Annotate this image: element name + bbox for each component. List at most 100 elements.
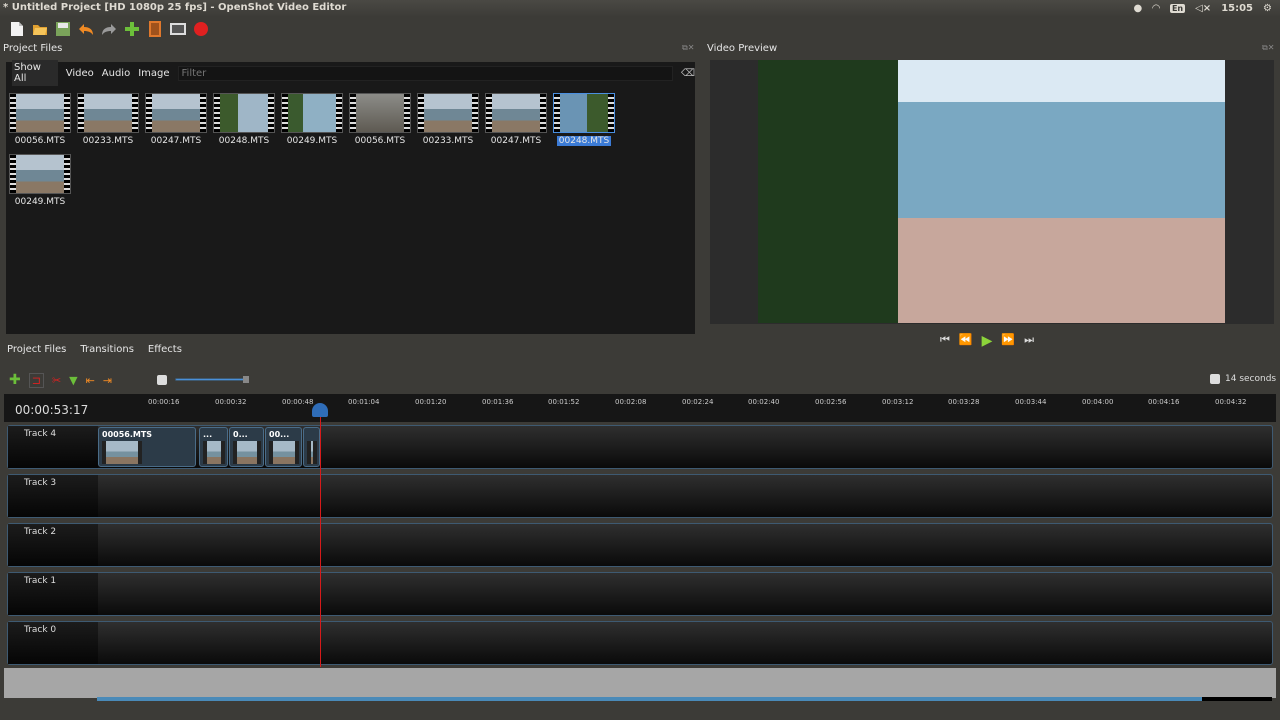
filter-image[interactable]: Image [138,68,169,79]
file-thumbnail[interactable]: 00233.MTS [416,93,480,151]
ruler-tick: 00:00:48 [282,398,314,406]
add-marker-icon[interactable]: ▼ [69,374,77,387]
ruler-tick: 00:04:00 [1082,398,1114,406]
playhead-line[interactable] [320,412,321,667]
file-thumbnail[interactable]: 00233.MTS [76,93,140,151]
current-timecode: 00:00:53:17 [15,403,89,417]
clip-title: 0... [233,430,248,439]
track-2[interactable]: Track 2 [7,523,1273,567]
clip-title: ... [203,430,213,439]
video-preview-dock-buttons[interactable]: ⧉✕ [1262,43,1274,53]
file-thumbnail[interactable]: 00247.MTS [144,93,208,151]
export-video-icon[interactable] [192,20,210,38]
next-marker-icon[interactable]: ⇥ [103,374,112,387]
clip-thumbnail [307,441,317,464]
track-name: Track 4 [8,426,98,468]
ruler-tick: 00:01:20 [415,398,447,406]
thumbnail-image [553,93,615,133]
thumbnail-image [349,93,411,133]
project-files-title: Project Files [3,43,63,54]
import-files-icon[interactable] [123,20,141,38]
clip-thumbnail [203,441,225,464]
file-name: 00056.MTS [354,136,406,146]
chrome-icon[interactable]: ● [1134,3,1143,14]
file-name: 00056.MTS [14,136,66,146]
fast-forward-icon[interactable]: ⏩ [1001,333,1015,349]
clip-title: 00056.MTS [102,430,153,439]
system-tray: ● ◠ En ◁× 15:05 ⚙ [1134,1,1273,16]
ruler-tick: 00:01:52 [548,398,580,406]
zoom-handle[interactable] [243,376,249,383]
clip-thumbnail [269,441,299,464]
undo-icon[interactable] [77,20,95,38]
file-thumbnail[interactable]: 00248.MTS [552,93,616,151]
previous-marker-icon[interactable]: ⇤ [86,374,95,387]
fullscreen-icon[interactable] [169,20,187,38]
project-files-dock-buttons[interactable]: ⧉✕ [682,43,694,53]
add-track-icon[interactable]: ✚ [9,372,21,388]
redo-icon[interactable] [100,20,118,38]
video-preview-frame [758,60,1225,323]
zoom-out-icon[interactable] [157,375,167,385]
track-0[interactable]: Track 0 [7,621,1273,665]
playhead-handle[interactable] [312,403,328,417]
tab-transitions[interactable]: Transitions [73,341,141,359]
razor-icon[interactable]: ✂ [52,374,61,387]
keyboard-layout-indicator[interactable]: En [1169,4,1186,13]
title-bar: * Untitled Project [HD 1080p 25 fps] - O… [0,0,1280,17]
thumbnail-image [145,93,207,133]
clip-title: 00... [269,430,290,439]
file-thumbnail[interactable]: 00249.MTS [8,154,72,212]
zoom-slider[interactable] [157,374,257,386]
ruler-tick: 00:02:08 [615,398,647,406]
filter-video[interactable]: Video [66,68,94,79]
track-3[interactable]: Track 3 [7,474,1273,518]
ruler-tick: 00:03:28 [948,398,980,406]
play-icon[interactable]: ▶ [982,333,993,349]
timeline-clip[interactable] [303,427,320,467]
thumbnail-image [417,93,479,133]
clear-filter-icon[interactable]: ⌫ [681,68,695,79]
timeline-clip[interactable]: 00... [265,427,302,467]
save-project-icon[interactable] [54,20,72,38]
ruler-tick: 00:03:12 [882,398,914,406]
ruler-tick: 00:01:04 [348,398,380,406]
filter-show-all[interactable]: Show All [12,60,58,86]
jump-end-icon[interactable]: ⏭ [1024,333,1034,349]
zoom-in-icon[interactable] [1210,374,1220,384]
track-1[interactable]: Track 1 [7,572,1273,616]
zoom-track[interactable] [175,378,247,381]
timeline-scrollbar[interactable] [97,697,1202,701]
timeline-clip[interactable]: 00056.MTS [98,427,196,467]
zoom-readout: 14 seconds [1210,374,1276,384]
file-thumbnail[interactable]: 00247.MTS [484,93,548,151]
jump-start-icon[interactable]: ⏮ [940,333,950,349]
open-project-icon[interactable] [31,20,49,38]
file-thumbnail[interactable]: 00249.MTS [280,93,344,151]
file-name: 00247.MTS [150,136,202,146]
file-thumbnail[interactable]: 00056.MTS [348,93,412,151]
file-name: 00248.MTS [218,136,270,146]
choose-profile-icon[interactable] [146,20,164,38]
rewind-icon[interactable]: ⏪ [959,333,973,349]
timeline-clip[interactable]: 0... [229,427,264,467]
volume-icon[interactable]: ◁× [1195,3,1211,14]
thumbnail-image [9,93,71,133]
timeline-empty-area [4,668,1276,698]
track-4[interactable]: Track 4 [7,425,1273,469]
new-project-icon[interactable] [8,20,26,38]
file-thumbnail[interactable]: 00056.MTS [8,93,72,151]
tab-effects[interactable]: Effects [141,341,189,359]
wifi-icon[interactable]: ◠ [1152,3,1160,14]
timeline-clip[interactable]: ... [199,427,228,467]
file-thumbnail[interactable]: 00248.MTS [212,93,276,151]
clock[interactable]: 15:05 [1221,3,1253,14]
filter-input[interactable] [177,65,673,81]
gear-icon[interactable]: ⚙ [1263,3,1272,14]
video-preview-title: Video Preview [707,43,778,54]
track-name: Track 0 [8,622,98,664]
tab-project-files[interactable]: Project Files [0,341,74,359]
thumbnail-image [77,93,139,133]
filter-audio[interactable]: Audio [102,68,130,79]
snapping-icon[interactable]: ⊐ [28,372,44,388]
